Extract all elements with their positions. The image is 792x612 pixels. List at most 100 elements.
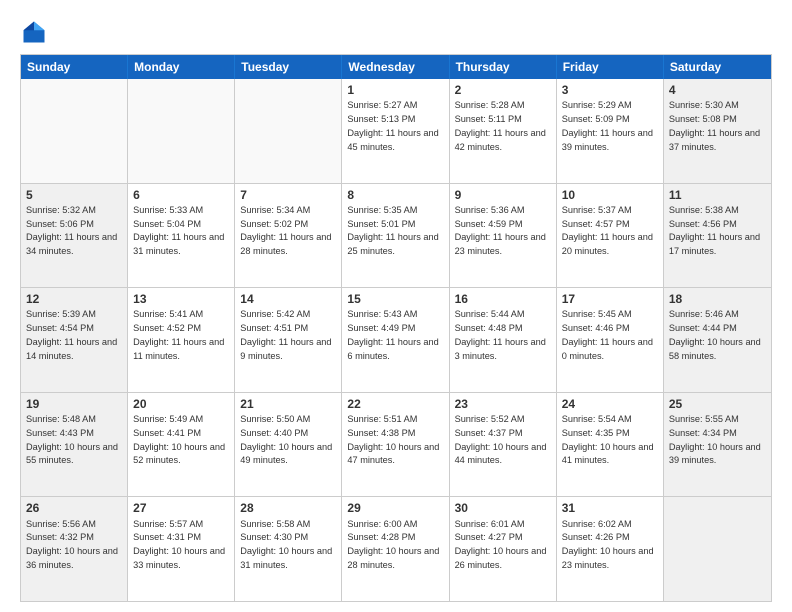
cell-text: Sunrise: 5:32 AMSunset: 5:06 PMDaylight:… <box>26 205 117 256</box>
day-cell-28: 28 Sunrise: 5:58 AMSunset: 4:30 PMDayligh… <box>235 497 342 601</box>
day-number: 30 <box>455 500 551 516</box>
day-number: 28 <box>240 500 336 516</box>
cell-text: Sunrise: 5:36 AMSunset: 4:59 PMDaylight:… <box>455 205 546 256</box>
day-number: 18 <box>669 291 766 307</box>
day-number: 13 <box>133 291 229 307</box>
header-cell-thursday: Thursday <box>450 55 557 79</box>
cell-text: Sunrise: 5:41 AMSunset: 4:52 PMDaylight:… <box>133 309 224 360</box>
day-cell-2: 2 Sunrise: 5:28 AMSunset: 5:11 PMDaylight… <box>450 79 557 183</box>
day-number: 24 <box>562 396 658 412</box>
day-number: 16 <box>455 291 551 307</box>
day-cell-23: 23Sunrise: 5:52 AMSunset: 4:37 PMDayligh… <box>450 393 557 497</box>
day-number: 4 <box>669 82 766 98</box>
logo-icon <box>20 18 48 46</box>
day-number: 26 <box>26 500 122 516</box>
day-cell-empty-4-6 <box>664 497 771 601</box>
cell-text: Sunrise: 5:50 AMSunset: 4:40 PMDaylight:… <box>240 414 332 465</box>
day-cell-8: 8Sunrise: 5:35 AMSunset: 5:01 PMDaylight… <box>342 184 449 288</box>
cell-text: Sunrise: 5:57 AMSunset: 4:31 PMDaylight:… <box>133 519 225 570</box>
day-cell-4: 4Sunrise: 5:30 AMSunset: 5:08 PMDaylight… <box>664 79 771 183</box>
day-cell-9: 9 Sunrise: 5:36 AMSunset: 4:59 PMDaylight… <box>450 184 557 288</box>
cell-text: Sunrise: 5:55 AMSunset: 4:34 PMDaylight:… <box>669 414 761 465</box>
day-number: 27 <box>133 500 229 516</box>
day-cell-17: 17 Sunrise: 5:45 AMSunset: 4:46 PMDayligh… <box>557 288 664 392</box>
day-cell-11: 11 Sunrise: 5:38 AMSunset: 4:56 PMDayligh… <box>664 184 771 288</box>
day-cell-31: 31 Sunrise: 6:02 AMSunset: 4:26 PMDayligh… <box>557 497 664 601</box>
day-number: 25 <box>669 396 766 412</box>
cell-text: Sunrise: 5:37 AMSunset: 4:57 PMDaylight:… <box>562 205 653 256</box>
calendar-row-1: 1 Sunrise: 5:27 AMSunset: 5:13 PMDaylight… <box>21 79 771 183</box>
day-cell-13: 13 Sunrise: 5:41 AMSunset: 4:52 PMDayligh… <box>128 288 235 392</box>
day-cell-30: 30 Sunrise: 6:01 AMSunset: 4:27 PMDayligh… <box>450 497 557 601</box>
day-number: 17 <box>562 291 658 307</box>
day-cell-12: 12 Sunrise: 5:39 AMSunset: 4:54 PMDayligh… <box>21 288 128 392</box>
day-number: 11 <box>669 187 766 203</box>
header-cell-monday: Monday <box>128 55 235 79</box>
cell-text: Sunrise: 5:33 AMSunset: 5:04 PMDaylight:… <box>133 205 224 256</box>
cell-text: Sunrise: 6:01 AMSunset: 4:27 PMDaylight:… <box>455 519 547 570</box>
cell-text: Sunrise: 6:02 AMSunset: 4:26 PMDaylight:… <box>562 519 654 570</box>
day-number: 3 <box>562 82 658 98</box>
calendar: SundayMondayTuesdayWednesdayThursdayFrid… <box>20 54 772 602</box>
cell-text: Sunrise: 5:44 AMSunset: 4:48 PMDaylight:… <box>455 309 546 360</box>
header-cell-friday: Friday <box>557 55 664 79</box>
day-number: 6 <box>133 187 229 203</box>
cell-text: Sunrise: 5:27 AMSunset: 5:13 PMDaylight:… <box>347 100 438 151</box>
day-cell-6: 6 Sunrise: 5:33 AMSunset: 5:04 PMDaylight… <box>128 184 235 288</box>
header-cell-sunday: Sunday <box>21 55 128 79</box>
day-number: 29 <box>347 500 443 516</box>
calendar-row-5: 26 Sunrise: 5:56 AMSunset: 4:32 PMDayligh… <box>21 496 771 601</box>
day-cell-21: 21 Sunrise: 5:50 AMSunset: 4:40 PMDayligh… <box>235 393 342 497</box>
header-cell-saturday: Saturday <box>664 55 771 79</box>
day-cell-empty-0-2 <box>235 79 342 183</box>
calendar-header: SundayMondayTuesdayWednesdayThursdayFrid… <box>21 55 771 79</box>
day-cell-16: 16 Sunrise: 5:44 AMSunset: 4:48 PMDayligh… <box>450 288 557 392</box>
day-cell-7: 7 Sunrise: 5:34 AMSunset: 5:02 PMDaylight… <box>235 184 342 288</box>
calendar-row-3: 12 Sunrise: 5:39 AMSunset: 4:54 PMDayligh… <box>21 287 771 392</box>
day-cell-15: 15Sunrise: 5:43 AMSunset: 4:49 PMDayligh… <box>342 288 449 392</box>
day-cell-20: 20Sunrise: 5:49 AMSunset: 4:41 PMDayligh… <box>128 393 235 497</box>
day-number: 5 <box>26 187 122 203</box>
header-cell-wednesday: Wednesday <box>342 55 449 79</box>
cell-text: Sunrise: 5:39 AMSunset: 4:54 PMDaylight:… <box>26 309 117 360</box>
day-number: 2 <box>455 82 551 98</box>
day-number: 15 <box>347 291 443 307</box>
day-cell-29: 29 Sunrise: 6:00 AMSunset: 4:28 PMDayligh… <box>342 497 449 601</box>
day-number: 1 <box>347 82 443 98</box>
day-number: 20 <box>133 396 229 412</box>
cell-text: Sunrise: 5:52 AMSunset: 4:37 PMDaylight:… <box>455 414 547 465</box>
cell-text: Sunrise: 5:45 AMSunset: 4:46 PMDaylight:… <box>562 309 653 360</box>
day-number: 10 <box>562 187 658 203</box>
cell-text: Sunrise: 5:54 AMSunset: 4:35 PMDaylight:… <box>562 414 654 465</box>
cell-text: Sunrise: 5:38 AMSunset: 4:56 PMDaylight:… <box>669 205 760 256</box>
day-cell-empty-0-1 <box>128 79 235 183</box>
cell-text: Sunrise: 5:46 AMSunset: 4:44 PMDaylight:… <box>669 309 761 360</box>
day-number: 31 <box>562 500 658 516</box>
day-number: 12 <box>26 291 122 307</box>
cell-text: Sunrise: 5:28 AMSunset: 5:11 PMDaylight:… <box>455 100 546 151</box>
day-number: 14 <box>240 291 336 307</box>
day-cell-26: 26 Sunrise: 5:56 AMSunset: 4:32 PMDayligh… <box>21 497 128 601</box>
day-cell-22: 22Sunrise: 5:51 AMSunset: 4:38 PMDayligh… <box>342 393 449 497</box>
cell-text: Sunrise: 5:29 AMSunset: 5:09 PMDaylight:… <box>562 100 653 151</box>
header-cell-tuesday: Tuesday <box>235 55 342 79</box>
calendar-row-2: 5 Sunrise: 5:32 AMSunset: 5:06 PMDaylight… <box>21 183 771 288</box>
cell-text: Sunrise: 5:58 AMSunset: 4:30 PMDaylight:… <box>240 519 332 570</box>
day-cell-5: 5 Sunrise: 5:32 AMSunset: 5:06 PMDaylight… <box>21 184 128 288</box>
cell-text: Sunrise: 5:48 AMSunset: 4:43 PMDaylight:… <box>26 414 118 465</box>
day-cell-19: 19Sunrise: 5:48 AMSunset: 4:43 PMDayligh… <box>21 393 128 497</box>
cell-text: Sunrise: 6:00 AMSunset: 4:28 PMDaylight:… <box>347 519 439 570</box>
logo <box>20 18 52 46</box>
cell-text: Sunrise: 5:34 AMSunset: 5:02 PMDaylight:… <box>240 205 331 256</box>
day-number: 7 <box>240 187 336 203</box>
page-header <box>20 18 772 46</box>
day-cell-empty-0-0 <box>21 79 128 183</box>
day-cell-14: 14Sunrise: 5:42 AMSunset: 4:51 PMDayligh… <box>235 288 342 392</box>
cell-text: Sunrise: 5:35 AMSunset: 5:01 PMDaylight:… <box>347 205 438 256</box>
day-number: 21 <box>240 396 336 412</box>
day-cell-1: 1 Sunrise: 5:27 AMSunset: 5:13 PMDaylight… <box>342 79 449 183</box>
cell-text: Sunrise: 5:56 AMSunset: 4:32 PMDaylight:… <box>26 519 118 570</box>
day-cell-18: 18 Sunrise: 5:46 AMSunset: 4:44 PMDayligh… <box>664 288 771 392</box>
day-number: 22 <box>347 396 443 412</box>
day-number: 9 <box>455 187 551 203</box>
